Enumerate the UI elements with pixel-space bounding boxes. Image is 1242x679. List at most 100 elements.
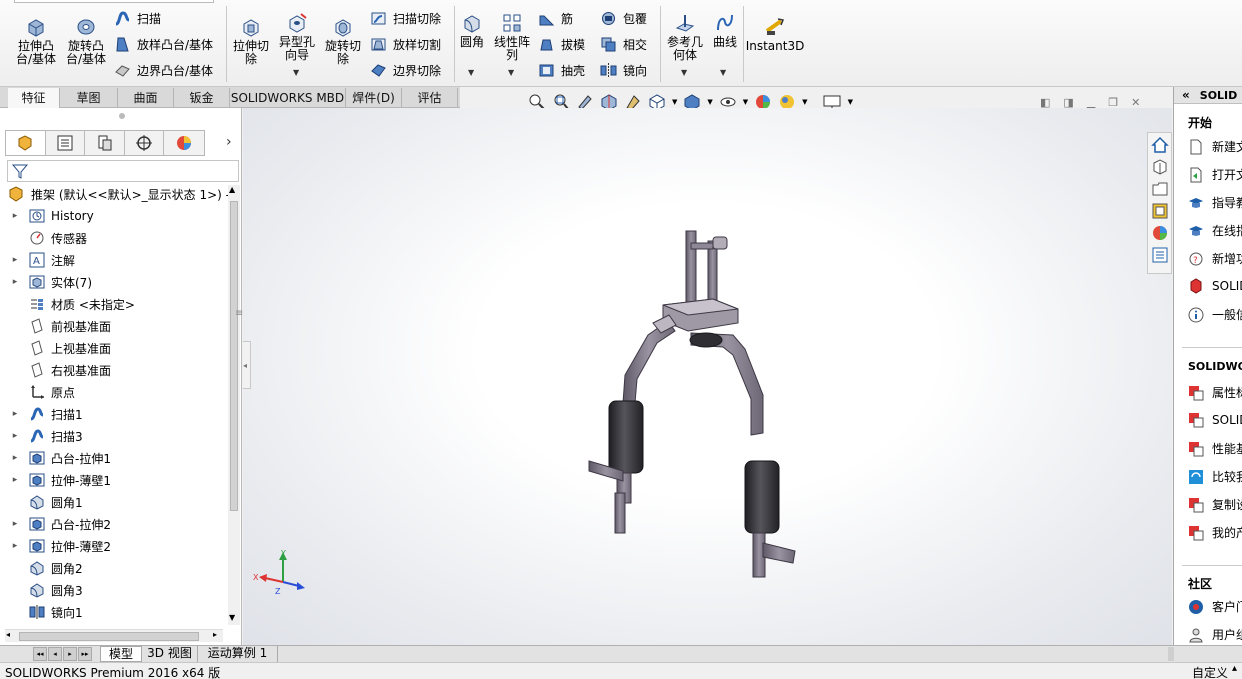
scroll-left-icon[interactable]: ◂ [6,630,10,639]
graphics-area[interactable]: ◂ Y X Z [243,108,1172,645]
task-pane-link[interactable]: 客户门 [1188,598,1242,615]
customize-label[interactable]: 自定义 [1192,664,1228,679]
tab-features[interactable]: 特征 [8,88,60,108]
dimxpert-tab[interactable] [125,131,165,155]
tree-item[interactable]: ▸ 凸台-拉伸1 [0,447,111,469]
manager-tabs-more-icon[interactable]: › [226,134,232,150]
task-pane-link[interactable]: 复制设 [1188,496,1242,513]
panel-collapse-handle[interactable]: ◂ [243,341,251,389]
expand-arrow-icon[interactable]: ▸ [8,277,22,287]
tree-item[interactable]: 镜向1 [0,601,83,623]
tree-item[interactable]: ▸ History [0,205,94,227]
task-pane-link[interactable]: 打开文 [1188,166,1242,183]
hscroll-thumb[interactable] [19,632,199,641]
revolve-boss-button[interactable]: 旋转凸 台/基体 [64,16,108,66]
task-pane-link[interactable]: 我的产 [1188,524,1242,541]
extrude-boss-button[interactable]: 拉伸凸 台/基体 [14,16,58,66]
resize-handle[interactable] [1168,647,1174,661]
restore-icon[interactable]: ❐ [1108,96,1118,109]
task-pane-link[interactable]: 性能基 [1188,440,1242,457]
view-orientation-dropdown-icon[interactable]: ▼ [672,98,677,106]
tab-mbd[interactable]: SOLIDWORKS MBD [230,88,346,108]
tree-item[interactable]: ▸ 凸台-拉伸2 [0,513,111,535]
hole-wizard-dropdown-icon[interactable]: ▼ [293,68,299,77]
featuremanager-tab[interactable] [6,131,46,155]
design-library-icon[interactable] [1151,158,1169,176]
hole-wizard-button[interactable]: 异型孔 向导 [276,12,318,62]
tab-motion-study[interactable]: 运动算例 1 [198,646,278,662]
tree-item[interactable]: ▸ 实体(7) [0,271,92,293]
task-pane-link[interactable]: 指导教 [1188,194,1242,211]
tree-item[interactable]: 右视基准面 [0,359,111,381]
tab-weldments[interactable]: 焊件(D) [346,88,402,108]
curves-dropdown-icon[interactable]: ▼ [720,68,726,77]
bracket-3d-model[interactable] [573,223,803,583]
view-settings-dropdown-icon[interactable]: ▼ [848,98,853,106]
view-palette-icon[interactable] [1151,202,1169,220]
home-icon[interactable] [1150,136,1169,154]
tree-item[interactable]: 传感器 [0,227,87,249]
task-pane-link[interactable]: 属性标 [1188,384,1242,401]
panel-grip[interactable] [119,113,125,119]
scroll-right-icon[interactable]: ▸ [213,630,217,639]
curves-button[interactable]: 曲线 [710,12,740,49]
boundary-cut-button[interactable]: 边界切除 [370,61,441,79]
tab-3d-views[interactable]: 3D 视图 [142,646,198,662]
tile-right-icon[interactable]: ◨ [1063,96,1073,109]
minimize-icon[interactable]: ▁ [1087,96,1095,109]
swept-cut-button[interactable]: 扫描切除 [370,9,441,27]
expand-arrow-icon[interactable]: ▸ [8,431,22,441]
task-pane-link[interactable]: 一般信 [1188,306,1242,323]
tree-item[interactable]: ▸ 扫描3 [0,425,83,447]
last-tab-icon[interactable]: ▸▸ [78,647,92,661]
tree-item[interactable]: 材质 <未指定> [0,293,135,315]
prev-tab-icon[interactable]: ◂ [48,647,62,661]
reference-geometry-button[interactable]: 参考几 何体 [664,12,706,62]
task-pane-link[interactable]: 用户组 [1188,626,1242,643]
reference-geometry-dropdown-icon[interactable]: ▼ [681,68,687,77]
tree-item[interactable]: 圆角2 [0,557,83,579]
tree-item[interactable]: ▸ 拉伸-薄壁1 [0,469,111,491]
scrollbar-thumb[interactable] [230,201,238,511]
expand-arrow-icon[interactable]: ▸ [8,541,22,551]
shell-button[interactable]: 抽壳 [538,61,585,79]
close-icon[interactable]: ✕ [1131,96,1140,109]
task-pane-link[interactable]: 比较我 [1188,468,1242,485]
expand-arrow-icon[interactable]: ▸ [8,453,22,463]
task-pane-link[interactable]: ? 新增功 [1188,250,1242,267]
apply-scene-dropdown-icon[interactable]: ▼ [802,98,807,106]
tab-sheet-metal[interactable]: 钣金 [174,88,230,108]
expand-arrow-icon[interactable]: ▸ [8,211,22,221]
extrude-cut-button[interactable]: 拉伸切 除 [230,16,272,66]
tree-root-part[interactable]: 推架 (默认<<默认>_显示状态 1>) - [0,183,230,205]
collapse-task-pane-icon[interactable]: « [1182,88,1190,102]
file-explorer-icon[interactable] [1151,180,1169,198]
scroll-down-icon[interactable]: ▼ [229,613,235,622]
task-pane-link[interactable]: 在线指 [1188,222,1242,239]
hide-show-dropdown-icon[interactable]: ▼ [743,98,748,106]
propertymanager-tab[interactable] [46,131,86,155]
fillet-button[interactable]: 圆角 [458,12,486,49]
tab-surfaces[interactable]: 曲面 [118,88,174,108]
tree-item[interactable]: 前视基准面 [0,315,111,337]
task-pane-link[interactable]: 新建文 [1188,138,1242,155]
scroll-up-icon[interactable]: ▲ [229,185,235,194]
tree-filter-box[interactable] [7,160,239,182]
tab-sketch[interactable]: 草图 [60,88,118,108]
mirror-button[interactable]: 镜向 [600,61,647,79]
expand-arrow-icon[interactable]: ▸ [8,519,22,529]
appearances-icon[interactable] [1151,224,1169,242]
display-style-dropdown-icon[interactable]: ▼ [707,98,712,106]
tile-left-icon[interactable]: ◧ [1040,96,1050,109]
tree-horizontal-scrollbar[interactable]: ◂ ▸ [5,629,223,642]
tree-item[interactable]: ▸ 拉伸-薄壁2 [0,535,111,557]
fillet-dropdown-icon[interactable]: ▼ [468,68,474,77]
expand-arrow-icon[interactable]: ▸ [8,475,22,485]
instant3d-button[interactable]: Instant3D [746,16,804,53]
expand-arrow-icon[interactable]: ▸ [8,409,22,419]
tree-item[interactable]: 上视基准面 [0,337,111,359]
tab-evaluate[interactable]: 评估 [402,88,458,108]
task-pane-link[interactable]: SOLID [1188,412,1242,428]
tree-item[interactable]: 原点 [0,381,75,403]
intersect-button[interactable]: 相交 [600,35,647,53]
